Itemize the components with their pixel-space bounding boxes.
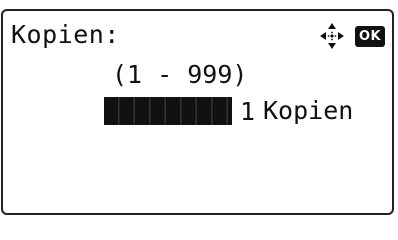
four-way-nav-icon (320, 23, 344, 49)
ok-key-icon[interactable]: OK (355, 26, 385, 47)
quantity-range-hint: (1 - 999) (112, 60, 248, 89)
screen-title: Kopien: (11, 20, 120, 49)
quantity-unit-label: Kopien (263, 96, 354, 125)
copies-quantity-field[interactable]: 1 (104, 97, 259, 126)
quantity-input-row: 1 Kopien (104, 96, 353, 126)
copies-quantity-value: 1 (231, 97, 259, 126)
